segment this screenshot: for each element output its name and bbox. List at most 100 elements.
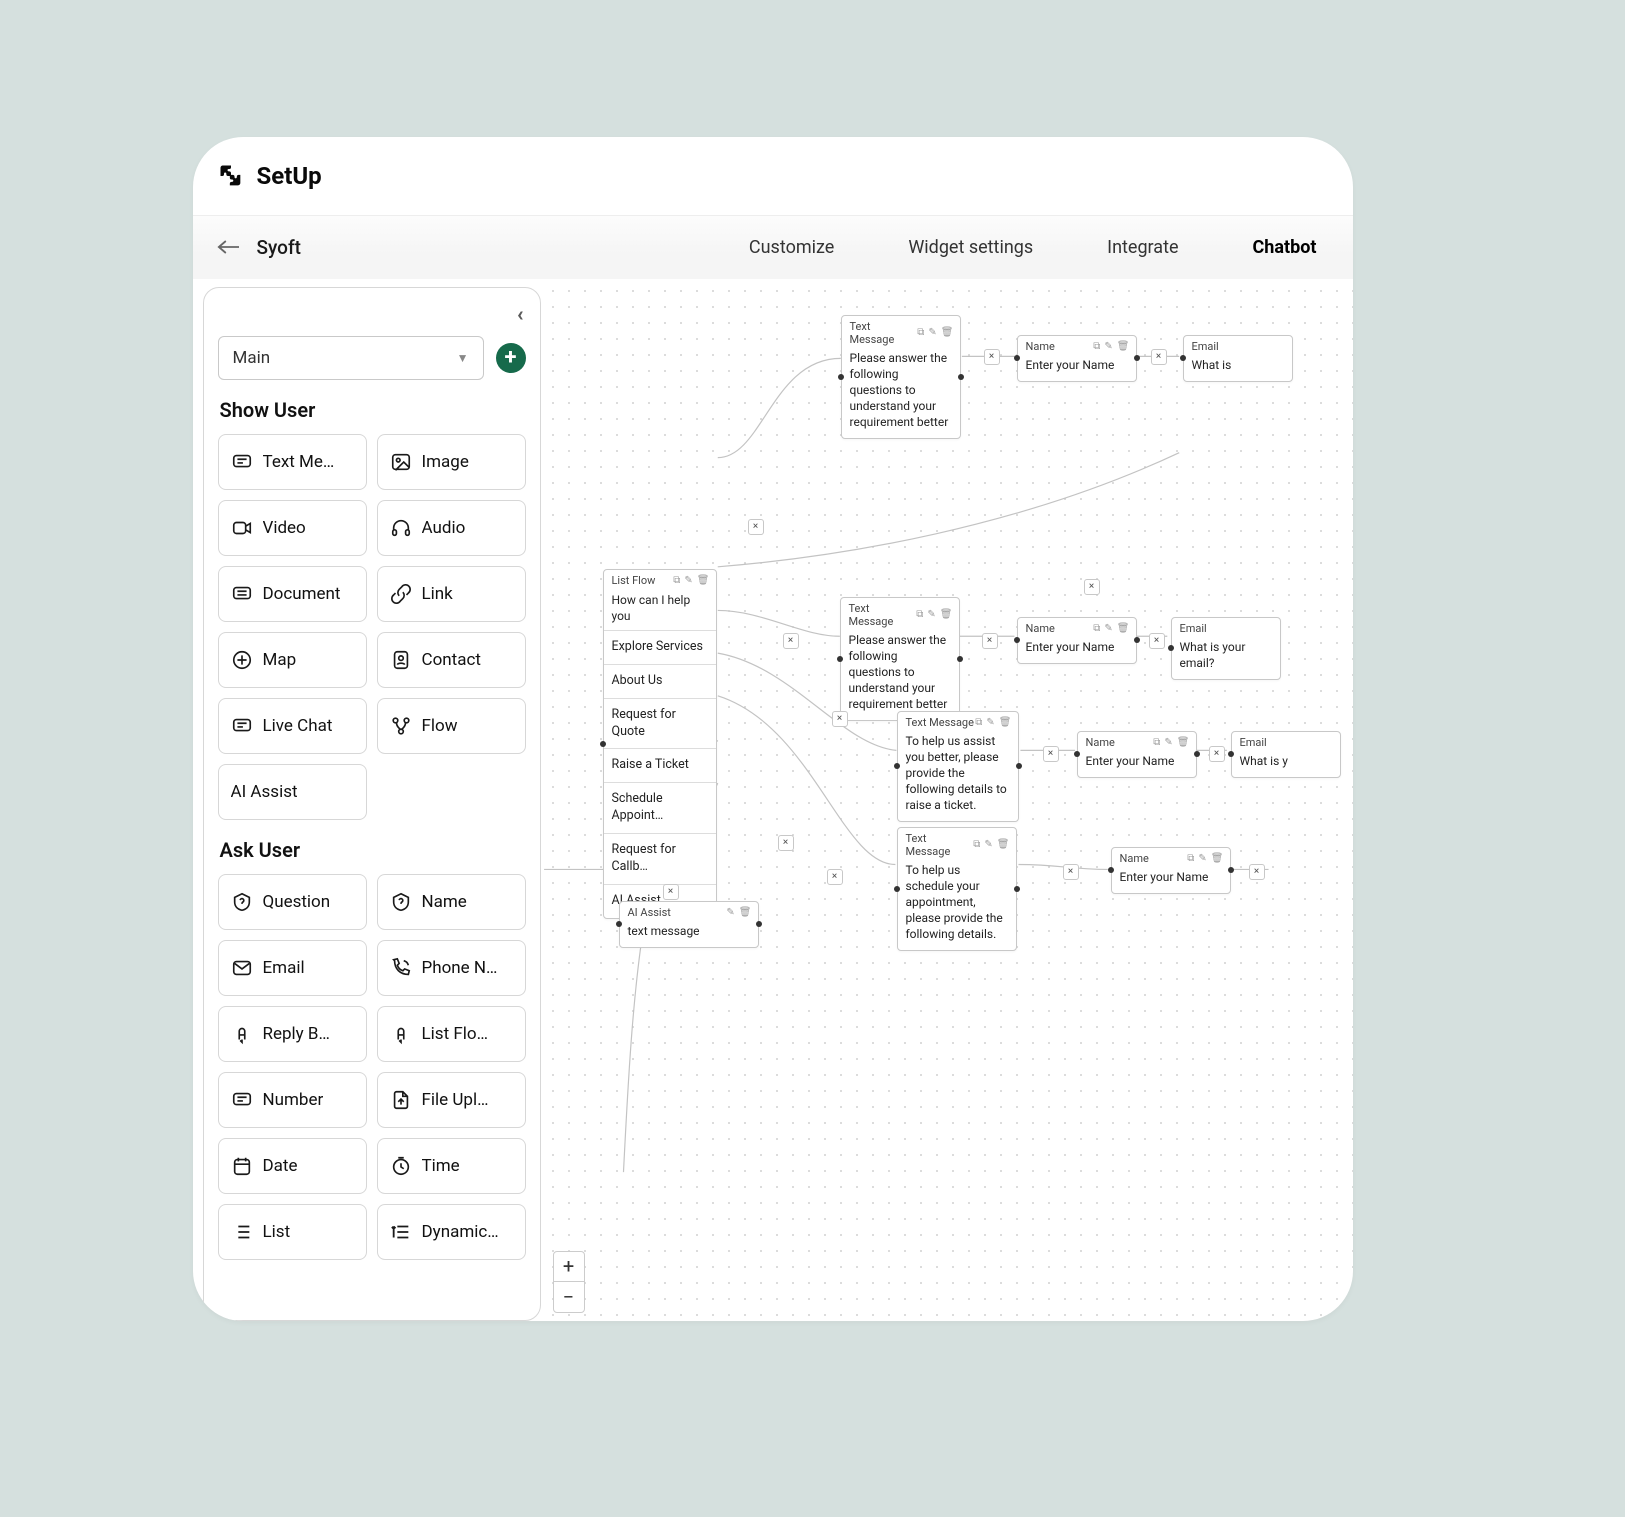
edge-delete-6[interactable]: ×	[832, 711, 848, 727]
delete-icon[interactable]: 🗑	[1117, 341, 1130, 352]
edit-icon[interactable]: ✎	[1104, 623, 1112, 634]
edit-icon[interactable]: ✎	[928, 327, 936, 338]
edge-delete-2[interactable]: ×	[1151, 349, 1167, 365]
copy-icon[interactable]: ⧉	[917, 327, 924, 338]
copy-icon[interactable]: ⧉	[1153, 737, 1160, 748]
edit-icon[interactable]: ✎	[986, 717, 994, 728]
edge-delete-11[interactable]: ×	[1249, 864, 1265, 880]
node-text-message-1[interactable]: Text Message⧉✎🗑 Please answer the follow…	[841, 315, 961, 440]
delete-icon[interactable]: 🗑	[1177, 737, 1190, 748]
time-icon	[390, 1155, 412, 1177]
delete-icon[interactable]: 🗑	[940, 609, 953, 620]
node-email-3[interactable]: Email What is y	[1231, 731, 1341, 778]
edge-delete-5[interactable]: ×	[1149, 633, 1165, 649]
delete-icon[interactable]: 🗑	[999, 717, 1012, 728]
node-text-message-3[interactable]: Text Message⧉✎🗑 To help us assist you be…	[897, 711, 1019, 823]
listflow-option-0[interactable]: Explore Services	[604, 630, 716, 664]
delete-icon[interactable]: 🗑	[697, 575, 710, 586]
tab-chatbot[interactable]: Chatbot	[1251, 231, 1319, 264]
block-reply[interactable]: Reply B…	[218, 1006, 367, 1062]
block-name[interactable]: Name	[377, 874, 526, 930]
edge-delete-9[interactable]: ×	[778, 835, 794, 851]
copy-icon[interactable]: ⧉	[673, 575, 680, 586]
email-icon	[231, 957, 253, 979]
block-text-message[interactable]: Text Me…	[218, 434, 367, 490]
block-map[interactable]: Map	[218, 632, 367, 688]
flow-selected-label: Main	[233, 348, 271, 368]
block-number[interactable]: Number	[218, 1072, 367, 1128]
edit-icon[interactable]: ✎	[1104, 341, 1112, 352]
block-image[interactable]: Image	[377, 434, 526, 490]
delete-icon[interactable]: 🗑	[997, 839, 1010, 850]
node-name-2[interactable]: Name⧉✎🗑 Enter your Name	[1017, 617, 1137, 664]
copy-icon[interactable]: ⧉	[1093, 341, 1100, 352]
back-arrow-icon[interactable]	[217, 238, 239, 256]
node-ai-assist[interactable]: AI Assist✎🗑 text message	[619, 901, 759, 948]
zoom-out-button[interactable]: −	[554, 1282, 584, 1312]
block-ai-assist[interactable]: AI Assist	[218, 764, 367, 820]
block-listflow[interactable]: List Flo…	[377, 1006, 526, 1062]
node-email-1[interactable]: Email What is	[1183, 335, 1293, 382]
block-flow[interactable]: Flow	[377, 698, 526, 754]
tab-widget-settings[interactable]: Widget settings	[906, 231, 1035, 264]
edit-icon[interactable]: ✎	[984, 839, 992, 850]
flow-selector[interactable]: Main ▼	[218, 336, 484, 380]
edit-icon[interactable]: ✎	[1198, 853, 1206, 864]
zoom-in-button[interactable]: +	[554, 1252, 584, 1282]
block-dynamic[interactable]: Dynamic…	[377, 1204, 526, 1260]
edge-delete-4[interactable]: ×	[982, 633, 998, 649]
edit-icon[interactable]: ✎	[927, 609, 935, 620]
tab-integrate[interactable]: Integrate	[1105, 231, 1180, 264]
edit-icon[interactable]: ✎	[726, 907, 734, 918]
block-email[interactable]: Email	[218, 940, 367, 996]
edge-delete-9b[interactable]: ×	[827, 869, 843, 885]
collapse-sidebar-icon[interactable]: ‹‹	[218, 302, 526, 326]
copy-icon[interactable]: ⧉	[916, 609, 923, 620]
delete-icon[interactable]: 🗑	[739, 907, 752, 918]
add-flow-button[interactable]: +	[496, 343, 526, 373]
delete-icon[interactable]: 🗑	[1117, 623, 1130, 634]
copy-icon[interactable]: ⧉	[973, 839, 980, 850]
node-text-message-4[interactable]: Text Message⧉✎🗑 To help us schedule your…	[897, 827, 1017, 952]
node-name-3[interactable]: Name⧉✎🗑 Enter your Name	[1077, 731, 1197, 778]
block-document[interactable]: Document	[218, 566, 367, 622]
node-name-4[interactable]: Name⧉✎🗑 Enter your Name	[1111, 847, 1231, 894]
block-date[interactable]: Date	[218, 1138, 367, 1194]
block-question[interactable]: Question	[218, 874, 367, 930]
edit-icon[interactable]: ✎	[684, 575, 692, 586]
block-link[interactable]: Link	[377, 566, 526, 622]
node-email-2[interactable]: Email What is your email?	[1171, 617, 1281, 680]
flow-canvas[interactable]: Text Message⧉✎🗑 Please answer the follow…	[541, 279, 1353, 1321]
node-name-1[interactable]: Name⧉✎🗑 Enter your Name	[1017, 335, 1137, 382]
tab-customize[interactable]: Customize	[747, 231, 836, 264]
edge-delete-explore[interactable]: ×	[748, 519, 764, 535]
node-list-flow[interactable]: List Flow⧉✎🗑 How can I help you Explore …	[603, 569, 717, 919]
block-phone[interactable]: Phone N…	[377, 940, 526, 996]
edge-delete-3[interactable]: ×	[783, 633, 799, 649]
edge-delete-1[interactable]: ×	[984, 349, 1000, 365]
node-text-message-2[interactable]: Text Message⧉✎🗑 Please answer the follow…	[840, 597, 960, 722]
block-live-chat[interactable]: Live Chat	[218, 698, 367, 754]
block-audio[interactable]: Audio	[377, 500, 526, 556]
copy-icon[interactable]: ⧉	[1187, 853, 1194, 864]
copy-icon[interactable]: ⧉	[1093, 623, 1100, 634]
delete-icon[interactable]: 🗑	[1211, 853, 1224, 864]
listflow-option-4[interactable]: Schedule Appoint…	[604, 782, 716, 833]
listflow-option-2[interactable]: Request for Quote	[604, 698, 716, 749]
edit-icon[interactable]: ✎	[1164, 737, 1172, 748]
edge-delete-7[interactable]: ×	[1043, 746, 1059, 762]
delete-icon[interactable]: 🗑	[941, 327, 954, 338]
block-time[interactable]: Time	[377, 1138, 526, 1194]
block-video[interactable]: Video	[218, 500, 367, 556]
edge-delete-8[interactable]: ×	[1209, 746, 1225, 762]
block-contact[interactable]: Contact	[377, 632, 526, 688]
edge-delete-10[interactable]: ×	[1063, 864, 1079, 880]
block-file[interactable]: File Upl…	[377, 1072, 526, 1128]
listflow-option-1[interactable]: About Us	[604, 664, 716, 698]
edge-delete-ai[interactable]: ×	[663, 884, 679, 900]
copy-icon[interactable]: ⧉	[975, 717, 982, 728]
block-list[interactable]: List	[218, 1204, 367, 1260]
edge-delete-about[interactable]: ×	[1084, 579, 1100, 595]
listflow-option-5[interactable]: Request for Callb…	[604, 833, 716, 884]
listflow-option-3[interactable]: Raise a Ticket	[604, 748, 716, 782]
